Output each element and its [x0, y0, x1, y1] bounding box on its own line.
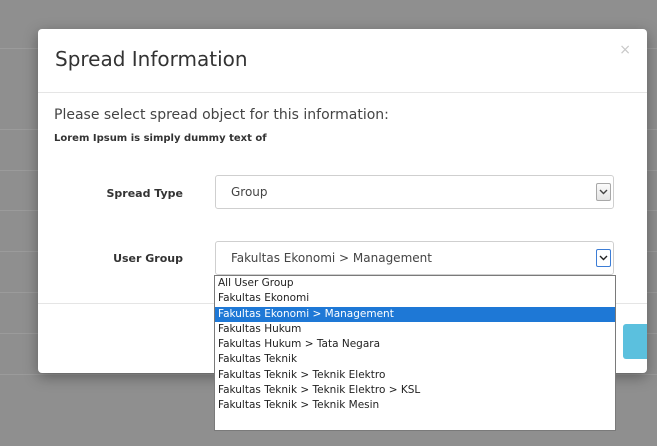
- dropdown-option[interactable]: Fakultas Teknik > Teknik Mesin: [215, 398, 615, 413]
- dropdown-option[interactable]: Fakultas Hukum: [215, 322, 615, 337]
- submit-button[interactable]: [623, 324, 647, 359]
- dropdown-option[interactable]: Fakultas Ekonomi: [215, 291, 615, 306]
- user-group-label: User Group: [113, 252, 183, 265]
- spread-type-value: Group: [231, 185, 268, 199]
- user-group-value: Fakultas Ekonomi > Management: [231, 251, 432, 265]
- dropdown-option[interactable]: Fakultas Teknik > Teknik Elektro: [215, 368, 615, 383]
- dropdown-option[interactable]: Fakultas Hukum > Tata Negara: [215, 337, 615, 352]
- dropdown-option[interactable]: All User Group: [215, 276, 615, 291]
- chevron-down-icon[interactable]: [596, 183, 611, 201]
- modal-note: Lorem Ipsum is simply dummy text of: [54, 133, 267, 144]
- modal-header: Spread Information ×: [38, 29, 647, 93]
- spread-type-label: Spread Type: [106, 187, 183, 200]
- chevron-down-icon[interactable]: [596, 249, 611, 267]
- modal-subtitle: Please select spread object for this inf…: [54, 107, 389, 123]
- user-group-dropdown-list[interactable]: All User Group Fakultas Ekonomi Fakultas E…: [214, 275, 616, 431]
- dropdown-option[interactable]: Fakultas Teknik: [215, 352, 615, 367]
- user-group-select[interactable]: Fakultas Ekonomi > Management: [215, 241, 614, 275]
- spread-type-select[interactable]: Group: [215, 175, 614, 209]
- dropdown-option[interactable]: Fakultas Teknik > Teknik Elektro > KSL: [215, 383, 615, 398]
- dropdown-option[interactable]: Fakultas Ekonomi > Management: [215, 306, 615, 322]
- close-icon[interactable]: ×: [619, 42, 631, 58]
- modal-title: Spread Information: [55, 47, 248, 71]
